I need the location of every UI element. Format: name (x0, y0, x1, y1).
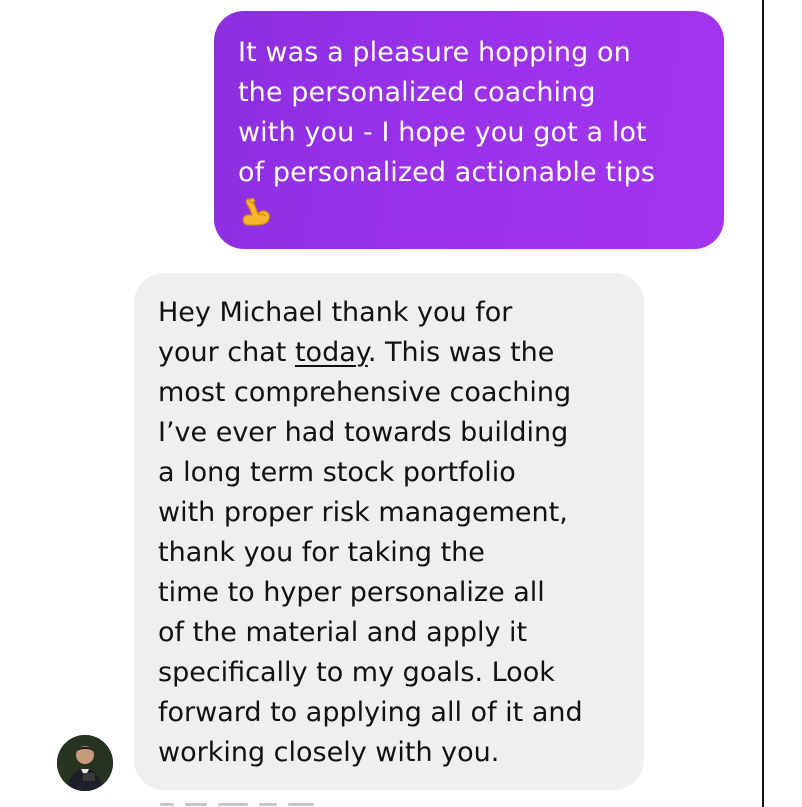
message-line: most comprehensive coaching (158, 377, 572, 408)
outgoing-message-bubble[interactable]: It was a pleasure hopping on the persona… (214, 11, 724, 249)
message-line: with you - I hope you got a lot (238, 117, 647, 148)
message-line: It was a pleasure hopping on (238, 37, 631, 68)
text-fragment (185, 803, 208, 806)
message-text: your chat (158, 337, 295, 368)
avatar-photo-icon (57, 735, 113, 791)
message-line: time to hyper personalize all (158, 577, 545, 608)
text-fragment (160, 803, 174, 806)
truncated-next-message (160, 800, 400, 807)
message-line: a long term stock portfolio (158, 457, 516, 488)
message-line: the personalized coaching (238, 77, 596, 108)
message-line: specifically to my goals. Look (158, 657, 555, 688)
right-edge-divider (762, 0, 764, 807)
message-line: forward to applying all of it and (158, 697, 583, 728)
message-line: with proper risk management, (158, 497, 568, 528)
flexed-biceps-icon (238, 193, 274, 229)
text-fragment (218, 803, 249, 806)
date-link[interactable]: today (295, 337, 368, 368)
sender-avatar[interactable] (57, 735, 113, 791)
message-line: your chat today. This was the (158, 333, 626, 373)
incoming-message-bubble[interactable]: Hey Michael thank you for your chat toda… (134, 273, 644, 790)
message-text: . This was the (367, 337, 555, 368)
message-line: Hey Michael thank you for (158, 297, 513, 328)
message-line: of the material and apply it (158, 617, 528, 648)
text-fragment (288, 803, 315, 806)
text-fragment (259, 803, 278, 806)
message-line: of personalized actionable tips (238, 157, 656, 188)
message-line: working closely with you. (158, 737, 500, 768)
message-line: thank you for taking the (158, 537, 485, 568)
message-line: I’ve ever had towards building (158, 417, 569, 448)
